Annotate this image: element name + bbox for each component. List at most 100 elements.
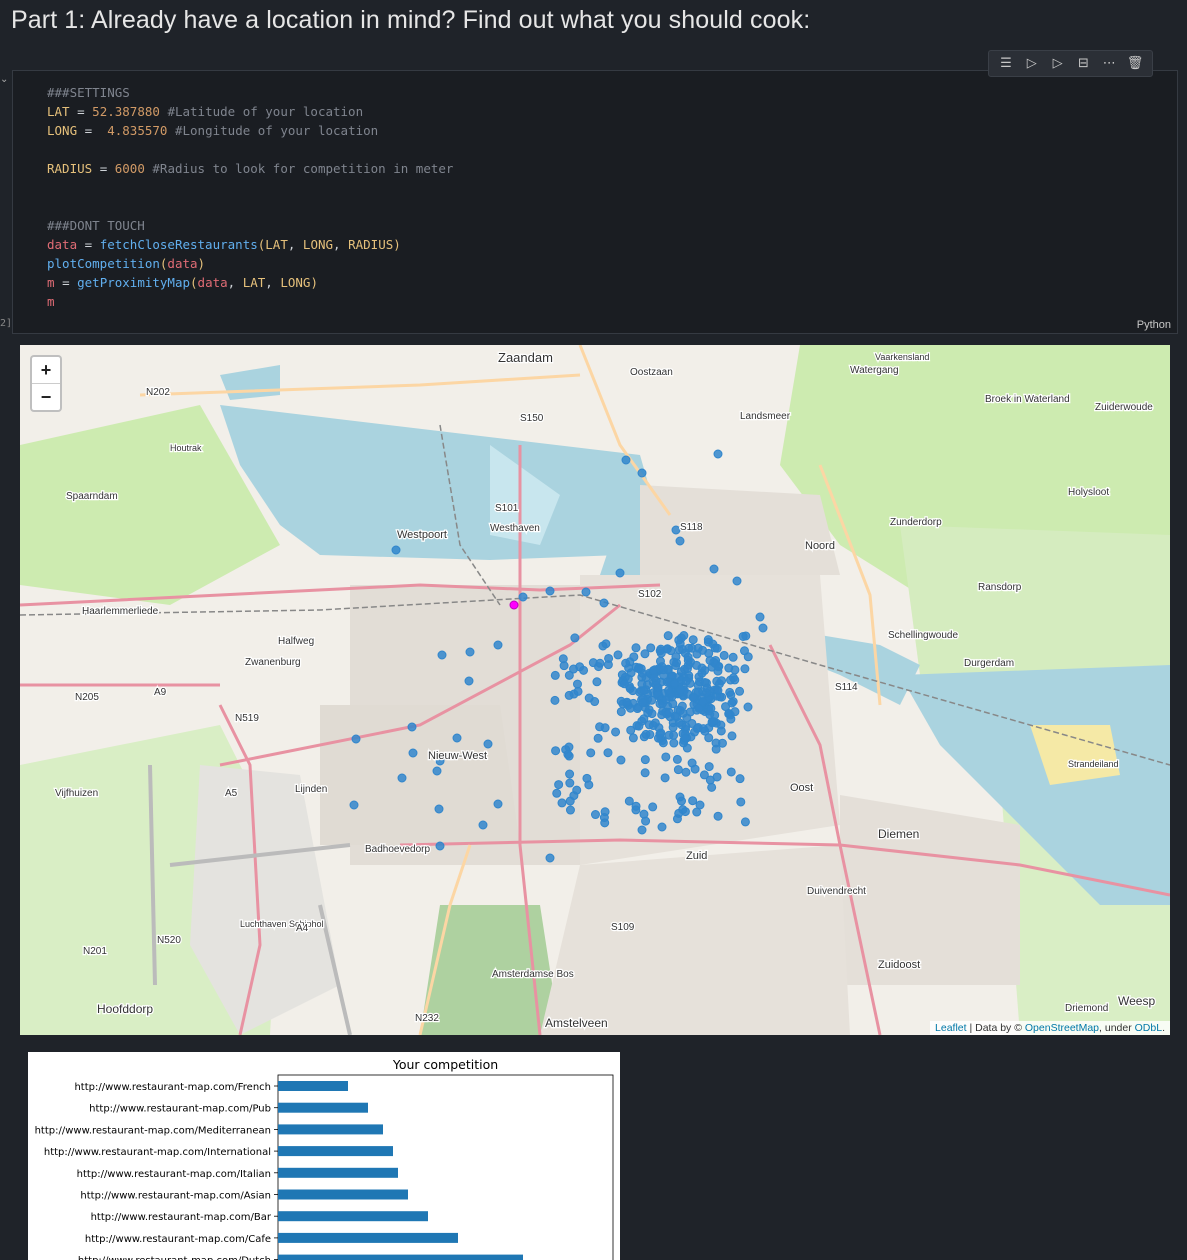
- restaurant-marker[interactable]: [621, 658, 631, 668]
- restaurant-marker[interactable]: [730, 707, 740, 717]
- restaurant-marker[interactable]: [680, 733, 690, 743]
- restaurant-marker[interactable]: [681, 676, 691, 686]
- restaurant-marker[interactable]: [569, 664, 579, 674]
- restaurant-marker[interactable]: [407, 722, 417, 732]
- restaurant-marker[interactable]: [739, 646, 749, 656]
- restaurant-marker[interactable]: [663, 631, 673, 641]
- restaurant-marker[interactable]: [643, 708, 653, 718]
- restaurant-marker[interactable]: [565, 796, 575, 806]
- restaurant-marker[interactable]: [682, 743, 692, 753]
- restaurant-marker[interactable]: [435, 841, 445, 851]
- restaurant-marker[interactable]: [632, 704, 642, 714]
- restaurant-marker[interactable]: [552, 788, 562, 798]
- restaurant-marker[interactable]: [603, 748, 613, 758]
- restaurant-marker[interactable]: [616, 707, 626, 717]
- restaurant-marker[interactable]: [743, 702, 753, 712]
- delete-cell-icon[interactable]: 🗑: [1126, 55, 1144, 73]
- restaurant-marker[interactable]: [671, 525, 681, 535]
- restaurant-marker[interactable]: [628, 733, 638, 743]
- restaurant-marker[interactable]: [682, 664, 692, 674]
- restaurant-marker[interactable]: [699, 770, 709, 780]
- selected-location-marker[interactable]: [509, 600, 519, 610]
- restaurant-marker[interactable]: [432, 766, 442, 776]
- restaurant-marker[interactable]: [719, 650, 729, 660]
- restaurant-marker[interactable]: [673, 765, 683, 775]
- restaurant-marker[interactable]: [713, 449, 723, 459]
- restaurant-marker[interactable]: [624, 796, 634, 806]
- restaurant-marker[interactable]: [740, 817, 750, 827]
- restaurant-marker[interactable]: [621, 455, 631, 465]
- restaurant-marker[interactable]: [637, 468, 647, 478]
- restaurant-marker[interactable]: [631, 805, 641, 815]
- restaurant-marker[interactable]: [572, 785, 582, 795]
- restaurant-marker[interactable]: [434, 804, 444, 814]
- restaurant-marker[interactable]: [582, 773, 592, 783]
- restaurant-marker[interactable]: [616, 755, 626, 765]
- restaurant-marker[interactable]: [735, 686, 745, 696]
- more-actions-icon[interactable]: ⋯: [1100, 55, 1118, 73]
- restaurant-marker[interactable]: [675, 792, 685, 802]
- restaurant-marker[interactable]: [640, 649, 650, 659]
- collapse-chevron-icon[interactable]: ⌄: [0, 74, 8, 85]
- code-editor[interactable]: ###SETTINGS LAT = 52.387880 #Latitude of…: [47, 83, 453, 311]
- restaurant-marker[interactable]: [615, 568, 625, 578]
- odbl-link[interactable]: ODbL: [1135, 1022, 1162, 1034]
- restaurant-marker[interactable]: [639, 732, 649, 742]
- restaurant-marker[interactable]: [565, 778, 575, 788]
- restaurant-marker[interactable]: [391, 545, 401, 555]
- osm-link[interactable]: OpenStreetMap: [1025, 1022, 1099, 1034]
- restaurant-marker[interactable]: [464, 676, 474, 686]
- restaurant-marker[interactable]: [658, 665, 668, 675]
- restaurant-marker[interactable]: [581, 587, 591, 597]
- restaurant-marker[interactable]: [595, 722, 605, 732]
- restaurant-marker[interactable]: [713, 686, 723, 696]
- restaurant-marker[interactable]: [662, 644, 672, 654]
- restaurant-marker[interactable]: [755, 612, 765, 622]
- restaurant-marker[interactable]: [648, 666, 658, 676]
- restaurant-marker[interactable]: [640, 755, 650, 765]
- restaurant-marker[interactable]: [693, 643, 703, 653]
- restaurant-marker[interactable]: [672, 754, 682, 764]
- restaurant-marker[interactable]: [661, 752, 671, 762]
- restaurant-marker[interactable]: [601, 639, 611, 649]
- restaurant-marker[interactable]: [573, 679, 583, 689]
- restaurant-marker[interactable]: [674, 718, 684, 728]
- restaurant-marker[interactable]: [669, 678, 679, 688]
- restaurant-marker[interactable]: [557, 798, 567, 808]
- restaurant-marker[interactable]: [707, 782, 717, 792]
- restaurant-marker[interactable]: [681, 767, 691, 777]
- map-tiles[interactable]: Zaandam Oostzaan Watergang Vaarkensland N202…: [20, 345, 1170, 1035]
- restaurant-marker[interactable]: [675, 536, 685, 546]
- restaurant-marker[interactable]: [619, 679, 629, 689]
- restaurant-marker[interactable]: [592, 677, 602, 687]
- split-cell-icon[interactable]: ⊟: [1074, 55, 1092, 73]
- restaurant-marker[interactable]: [669, 738, 679, 748]
- restaurant-marker[interactable]: [738, 631, 748, 641]
- restaurant-marker[interactable]: [437, 650, 447, 660]
- restaurant-marker[interactable]: [683, 652, 693, 662]
- restaurant-marker[interactable]: [698, 697, 708, 707]
- restaurant-marker[interactable]: [732, 576, 742, 586]
- restaurant-marker[interactable]: [408, 748, 418, 758]
- restaurant-marker[interactable]: [518, 592, 528, 602]
- restaurant-marker[interactable]: [579, 665, 589, 675]
- restaurant-marker[interactable]: [565, 769, 575, 779]
- restaurant-marker[interactable]: [710, 643, 720, 653]
- restaurant-marker[interactable]: [622, 697, 632, 707]
- restaurant-marker[interactable]: [590, 810, 600, 820]
- restaurant-marker[interactable]: [573, 686, 583, 696]
- zoom-out-button[interactable]: −: [32, 384, 60, 410]
- restaurant-marker[interactable]: [603, 660, 613, 670]
- restaurant-marker[interactable]: [660, 773, 670, 783]
- restaurant-marker[interactable]: [631, 643, 641, 653]
- restaurant-marker[interactable]: [558, 654, 568, 664]
- restaurant-marker[interactable]: [679, 631, 689, 641]
- restaurant-marker[interactable]: [584, 693, 594, 703]
- restaurant-marker[interactable]: [676, 685, 686, 695]
- execute-below-icon[interactable]: ▷: [1049, 55, 1067, 73]
- restaurant-marker[interactable]: [570, 633, 580, 643]
- restaurant-marker[interactable]: [611, 727, 621, 737]
- restaurant-marker[interactable]: [716, 726, 726, 736]
- restaurant-marker[interactable]: [648, 802, 658, 812]
- restaurant-marker[interactable]: [586, 748, 596, 758]
